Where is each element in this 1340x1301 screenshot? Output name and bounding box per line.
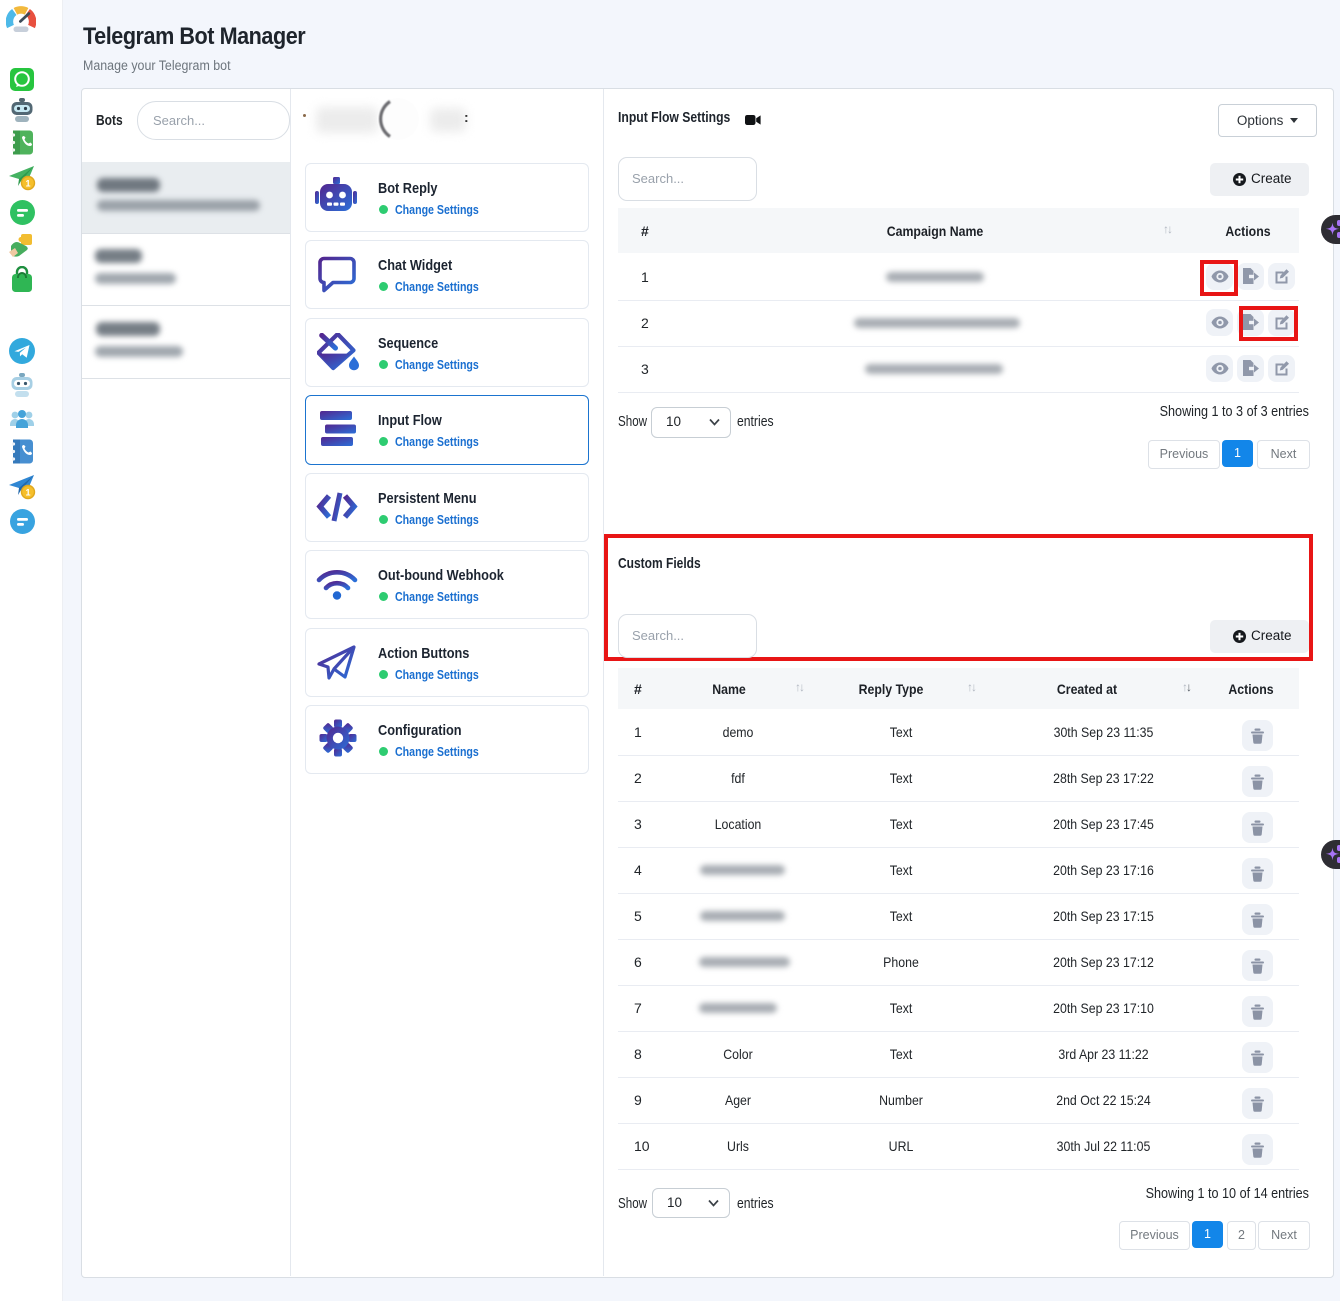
svg-text:1: 1 (25, 179, 30, 189)
svg-text:1: 1 (25, 488, 30, 498)
